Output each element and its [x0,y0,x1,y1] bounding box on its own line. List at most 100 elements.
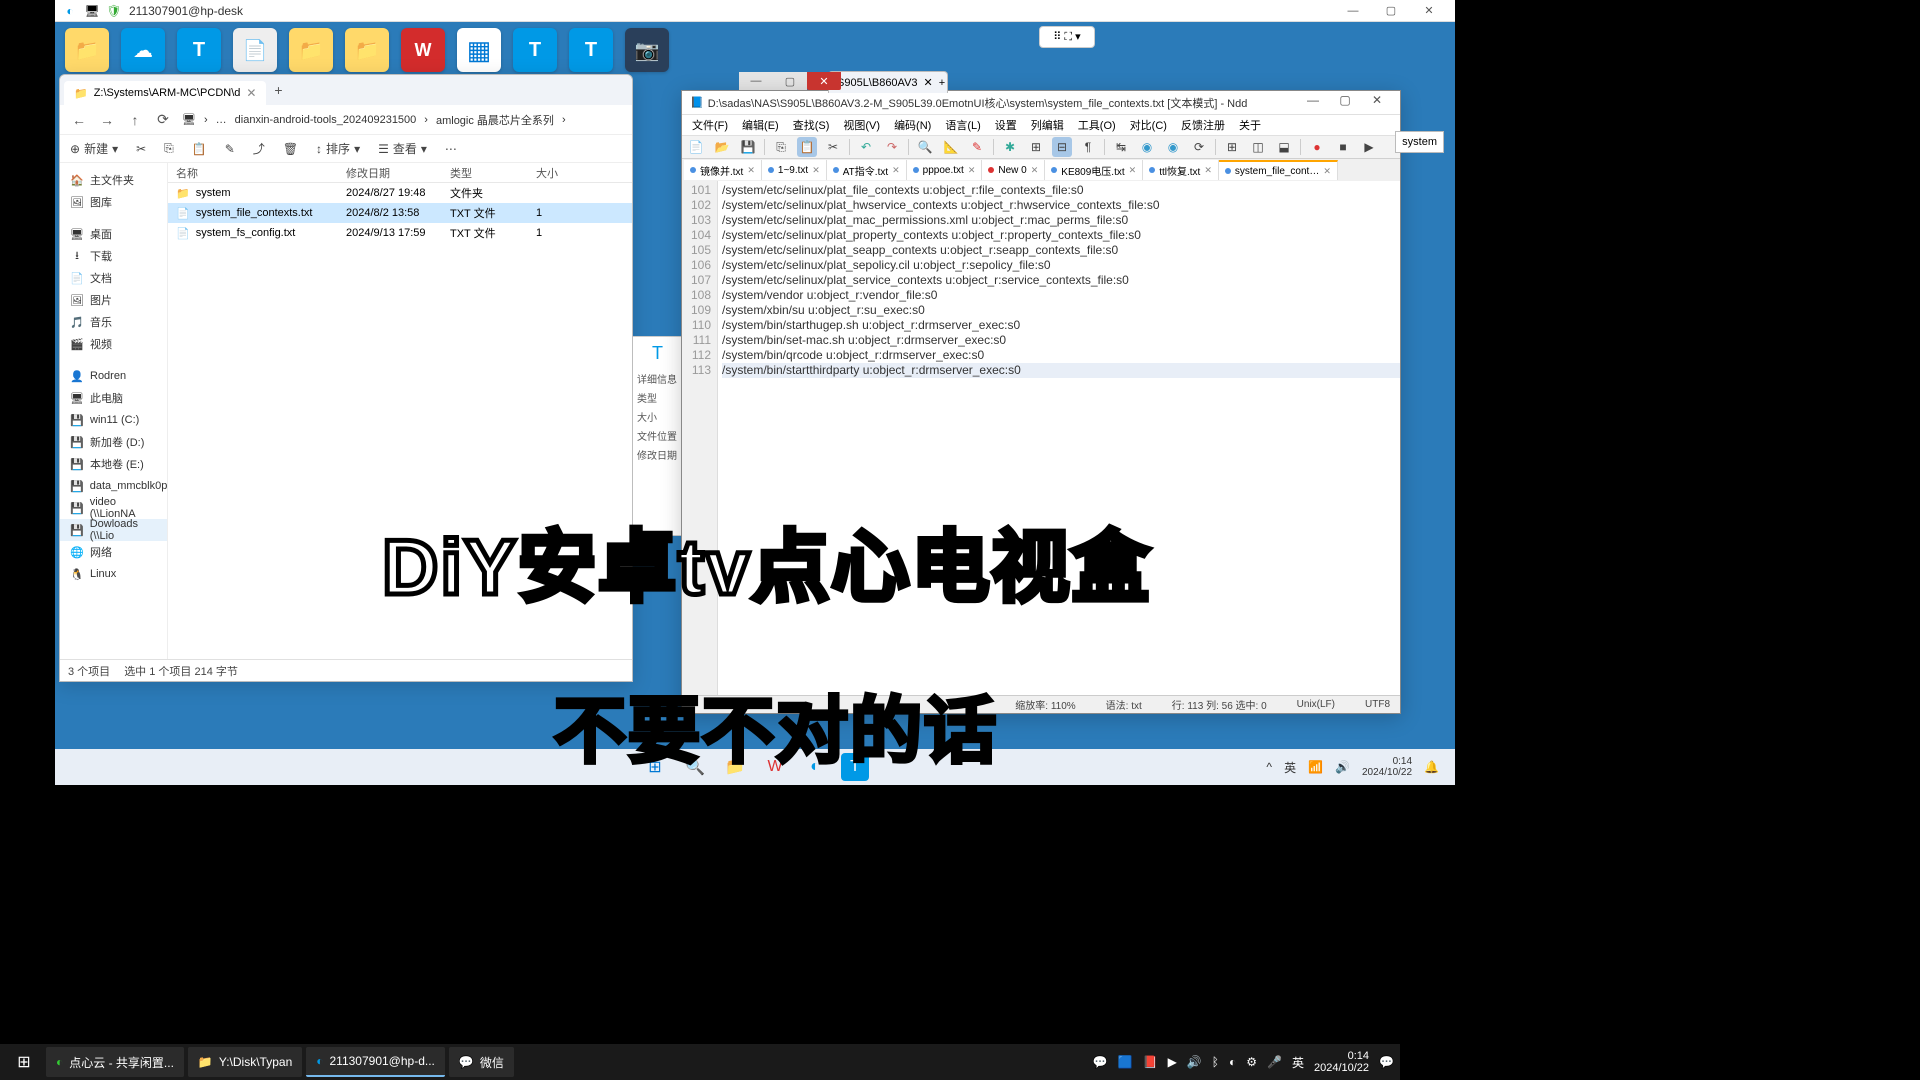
status-eol[interactable]: Unix(LF) [1297,699,1335,710]
start-button[interactable]: ⊞ [6,1047,42,1077]
menu-about[interactable]: 关于 [1239,117,1261,133]
sidebar-item-network[interactable]: 🌐网络 [60,541,167,563]
close-icon[interactable]: ✕ [924,76,933,89]
tray-bluetooth-icon[interactable]: ᛒ [1212,1055,1219,1069]
tray-icon[interactable]: 🟦 [1118,1055,1133,1069]
paste-icon[interactable]: 📋 [797,137,817,157]
tool-icon[interactable]: ⊞ [1222,137,1242,157]
tray-icon[interactable]: 🔊 [1187,1055,1202,1069]
menu-view[interactable]: 视图(V) [843,117,880,133]
tool-icon[interactable]: ⬓ [1274,137,1294,157]
copy-button[interactable]: ⎘ [164,141,174,156]
new-icon[interactable]: 📄 [686,137,706,157]
taskbar-app[interactable]: ◐211307901@hp-d... [306,1047,445,1077]
rename-button[interactable]: ✎ [225,142,235,156]
tool-icon[interactable]: ✱ [1000,137,1020,157]
desktop-icon[interactable]: ☁ [121,28,165,72]
redo-icon[interactable]: ↷ [882,137,902,157]
maximize-button[interactable]: ▢ [1330,93,1360,113]
tray-notification-icon[interactable]: 💬 [1379,1055,1394,1069]
marker-icon[interactable]: ✎ [967,137,987,157]
minimize-button[interactable]: — [1298,93,1328,113]
close-button[interactable]: ✕ [1411,1,1447,21]
sidebar-item-drive[interactable]: 💾video (\\LionNA [60,497,167,519]
side-label[interactable]: system [1395,131,1444,153]
menu-tools[interactable]: 工具(O) [1078,117,1116,133]
menu-feedback[interactable]: 反馈注册 [1181,117,1225,133]
desktop-icon[interactable]: ▦ [457,28,501,72]
menu-column[interactable]: 列编辑 [1031,117,1064,133]
tray-notification-icon[interactable]: 🔔 [1424,760,1439,774]
col-name[interactable]: 名称 [168,165,346,181]
tool-icon[interactable]: 📐 [941,137,961,157]
record-icon[interactable]: ● [1307,137,1327,157]
tool-icon[interactable]: ⊞ [1026,137,1046,157]
cut-button[interactable]: ✂ [136,142,146,156]
tool-icon[interactable]: ↹ [1111,137,1131,157]
open-icon[interactable]: 📂 [712,137,732,157]
tray-icon[interactable]: ▶ [1168,1055,1177,1069]
explorer-tab-behind[interactable]: S905L\B860AV3✕+ [828,71,948,93]
sidebar-item-music[interactable]: 🎵音乐 [60,311,167,333]
find-icon[interactable]: 🔍 [915,137,935,157]
tray-clock[interactable]: 0:142024/10/22 [1314,1050,1369,1074]
menu-settings[interactable]: 设置 [995,117,1017,133]
forward-button[interactable]: → [98,111,116,129]
breadcrumb[interactable]: 🖥› …dianxin-android-tools_202409231500› … [182,112,566,128]
sidebar-item-linux[interactable]: 🐧Linux [60,563,167,585]
file-tab[interactable]: 镜像并.txt✕ [684,160,762,180]
stop-icon[interactable]: ■ [1333,137,1353,157]
sidebar-item-home[interactable]: 🏠主文件夹 [60,169,167,191]
view-button[interactable]: ☰ 查看 ▾ [378,140,427,157]
desktop-icon[interactable]: 📁 [65,28,109,72]
file-tab[interactable]: 1~9.txt✕ [762,160,827,180]
close-button[interactable]: ✕ [807,72,841,90]
window-button[interactable]: — [739,72,773,90]
desktop-icon[interactable]: T [177,28,221,72]
desktop-icon[interactable]: 📷 [625,28,669,72]
file-tab[interactable]: system_file_cont…✕ [1219,160,1338,180]
file-tab[interactable]: pppoe.txt✕ [907,160,983,180]
tray-ime[interactable]: 英 [1284,759,1296,776]
sidebar-item-thispc[interactable]: 🖥此电脑 [60,387,167,409]
taskbar-app[interactable]: 📁Y:\Disk\Typan [188,1047,302,1077]
editor-code-area[interactable]: 101102103104105106107108109110111112113 … [682,181,1400,695]
sidebar-item-desktop[interactable]: 🖥桌面 [60,223,167,245]
tray-icon[interactable]: ◐ [1229,1055,1236,1069]
file-row[interactable]: 📄system_file_contexts.txt 2024/8/2 13:58… [168,203,632,223]
file-tab[interactable]: AT指令.txt✕ [827,160,907,180]
tray-chevron-icon[interactable]: ^ [1266,760,1272,774]
maximize-button[interactable]: ▢ [1373,1,1409,21]
sidebar-item-documents[interactable]: 📄文档 [60,267,167,289]
desktop-icon[interactable]: W [401,28,445,72]
close-icon[interactable]: ✕ [246,86,256,100]
sidebar-item-drive[interactable]: 💾本地卷 (E:) [60,453,167,475]
save-icon[interactable]: 💾 [738,137,758,157]
file-row[interactable]: 📁system 2024/8/27 19:48文件夹 [168,183,632,203]
tool-icon[interactable]: ◫ [1248,137,1268,157]
status-enc[interactable]: UTF8 [1365,699,1390,710]
up-button[interactable]: ↑ [126,111,144,129]
undo-icon[interactable]: ↶ [856,137,876,157]
menu-encoding[interactable]: 编码(N) [894,117,931,133]
sidebar-item-downloads[interactable]: ⭳下载 [60,245,167,267]
sidebar-item-drive[interactable]: 💾Dowloads (\\Lio [60,519,167,541]
desktop-icon[interactable]: T [569,28,613,72]
taskbar-app[interactable]: 💬微信 [449,1047,514,1077]
desktop-icon[interactable]: 📁 [345,28,389,72]
desktop-icon[interactable]: 📄 [233,28,277,72]
tray-icon[interactable]: ⚙ [1246,1055,1257,1069]
sidebar-item-drive[interactable]: 💾win11 (C:) [60,409,167,431]
tool-icon[interactable]: ⟳ [1189,137,1209,157]
remote-control-pill[interactable]: ⠿ ⛶ ▾ [1039,26,1095,48]
tray-wifi-icon[interactable]: 📶 [1308,760,1323,774]
refresh-button[interactable]: ⟳ [154,111,172,129]
window-button[interactable]: ▢ [773,72,807,90]
menu-file[interactable]: 文件(F) [692,117,728,133]
file-tab[interactable]: New 0✕ [982,160,1045,180]
copy-icon[interactable]: ⎘ [771,137,791,157]
tray-volume-icon[interactable]: 🔊 [1335,760,1350,774]
col-type[interactable]: 类型 [450,165,536,181]
tray-icon[interactable]: 📕 [1143,1055,1158,1069]
sidebar-item-rodren[interactable]: 👤Rodren [60,365,167,387]
